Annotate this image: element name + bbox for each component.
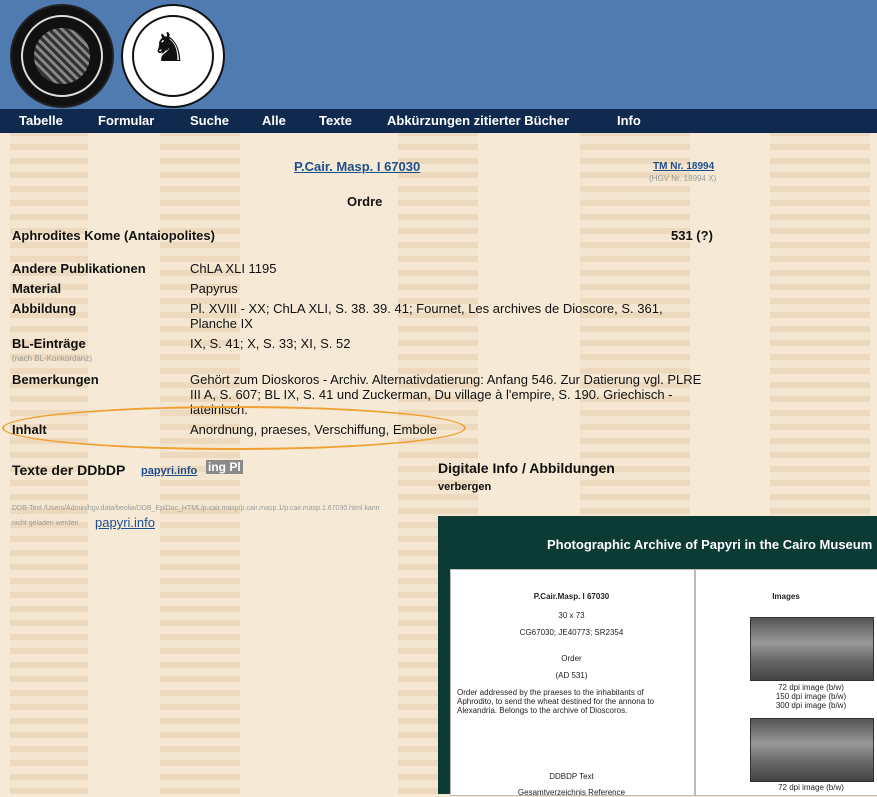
image-link-72[interactable]: 72 dpi image (b/w) [750,783,872,792]
place: Aphrodites Kome (Antaiopolites) [12,228,215,243]
bl-konkordanz-note: (nach BL-Konkordanz) [12,354,93,363]
label-bl-eintraege: BL-Einträge [12,336,86,351]
gesamt-reference[interactable]: Gesamtverzeichnis Reference [450,788,693,797]
record-title: P.Cair.Masp. I 67030 [533,592,610,601]
record-desc-line: Alexandria. Belongs to the archive of Di… [457,706,628,715]
nav-suche[interactable]: Suche [190,113,229,128]
hgv-note: (HGV Nr. 18994 X) [649,174,717,183]
image-link-72[interactable]: 72 dpi image (b/w) [750,683,872,692]
nav-alle[interactable]: Alle [262,113,286,128]
papyri-info-link[interactable]: papyri.info [141,465,197,477]
date: 531 (?) [671,228,713,243]
value-abbildung: Pl. XVIII - XX; ChLA XLI, S. 38. 39. 41;… [190,301,663,331]
nav-info[interactable]: Info [617,113,641,128]
record-cell [450,569,695,796]
ddbdp-text-link[interactable]: DDBDP Text [450,772,693,781]
ddbdp-heading: Texte der DDbDP [12,462,126,478]
nav-tabelle[interactable]: Tabelle [19,113,63,128]
image-link-300[interactable]: 300 dpi image (b/w) [750,701,872,710]
record-desc-line: Aphrodito, to send the wheat destined fo… [457,697,655,706]
papyrus-thumbnail[interactable] [750,718,874,782]
label-material: Material [12,281,62,296]
label-bemerkungen: Bemerkungen [12,372,99,387]
value-inhalt: Anordnung, praeses, Verschiffung, Embole [190,422,437,437]
nav-formular[interactable]: Formular [98,113,154,128]
university-seal-icon [10,4,114,108]
papyrus-thumbnail[interactable] [750,617,874,681]
nav-abkuerzungen[interactable]: Abkürzungen zitierter Bücher [387,113,569,128]
record-ids: CG67030; JE40773; SR2354 [519,628,624,637]
tm-link[interactable]: TM Nr. 18994 [653,161,714,172]
record-type: Order [561,654,582,663]
hide-link[interactable]: verbergen [438,481,491,493]
images-heading: Images [772,592,800,601]
value-andere-publikationen: ChLA XLI 1195 [190,261,277,276]
record-date: (AD 531) [555,671,588,680]
ddb-path-text: DDB-Text /Users/Admin/hgv.data/beolia/DD… [12,505,380,512]
record-desc-line: Order addressed by the praeses to the in… [457,688,644,697]
lion-seal-icon: ♞ [121,4,225,108]
not-loaded-text: nicht geladen werden [12,520,79,527]
truncated-badge: ing Pl [206,460,243,474]
papyri-info-link-2[interactable]: papyri.info [95,515,155,530]
doc-title-link[interactable]: P.Cair. Masp. I 67030 [294,159,420,174]
nav-texte[interactable]: Texte [319,113,352,128]
page-header: ♞ [0,0,877,109]
record-dims: 30 x 73 [558,611,585,620]
label-abbildung: Abbildung [12,301,77,316]
panel-title: Photographic Archive of Papyri in the Ca… [547,537,873,552]
label-inhalt: Inhalt [12,422,47,437]
doc-subtitle: Ordre [347,194,383,209]
label-andere-publikationen: Andere Publikationen [12,261,146,276]
main-nav: Tabelle Formular Suche Alle Texte Abkürz… [0,109,877,133]
image-link-150[interactable]: 150 dpi image (b/w) [750,692,872,701]
value-material: Papyrus [190,281,238,296]
value-bl-eintraege: IX, S. 41; X, S. 33; XI, S. 52 [190,336,351,351]
digital-info-heading: Digitale Info / Abbildungen [438,460,615,476]
